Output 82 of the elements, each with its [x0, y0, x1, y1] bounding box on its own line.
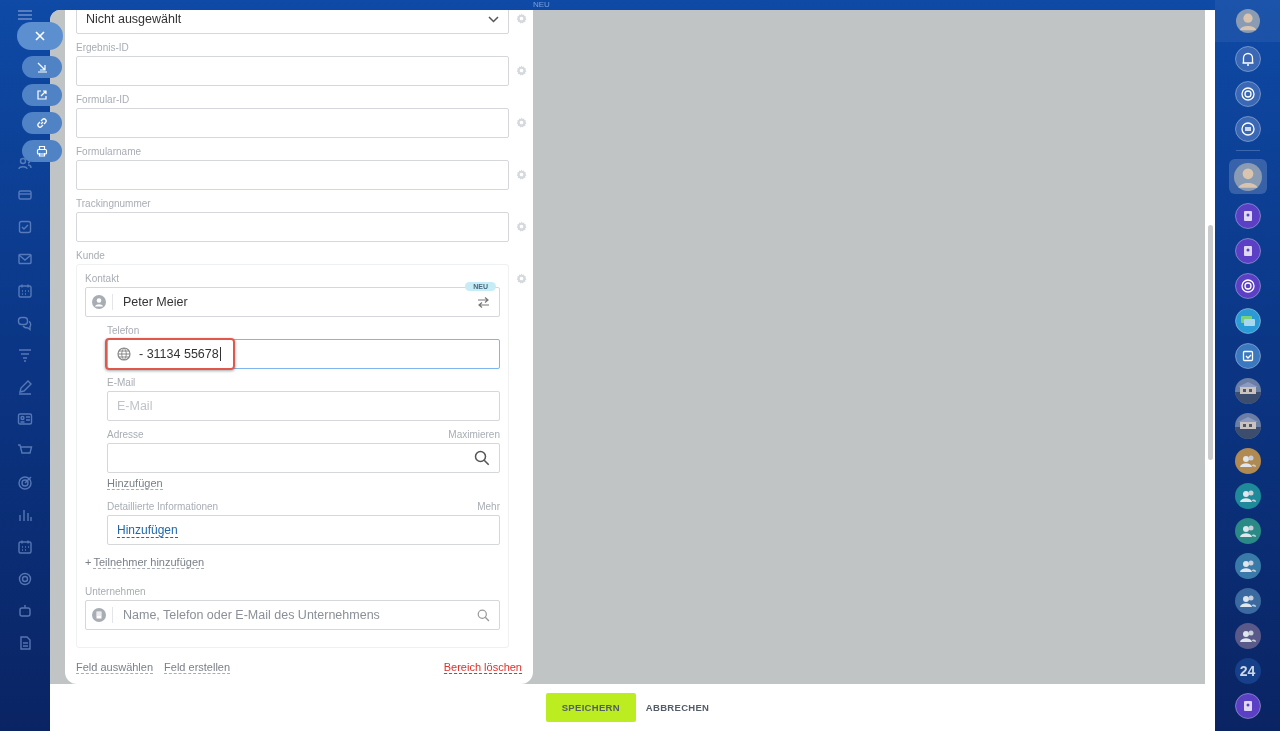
external-link-button[interactable] [22, 84, 62, 106]
address-field[interactable] [107, 443, 500, 473]
details-field[interactable]: Hinzufügen [107, 515, 500, 545]
delete-section-link[interactable]: Bereich löschen [443, 660, 522, 674]
field-link[interactable]: Feld erstellen [164, 660, 231, 674]
text-field[interactable] [76, 56, 509, 86]
placeholder: Name, Telefon oder E-Mail des Unternehmens [123, 608, 380, 622]
more-link[interactable]: Mehr [477, 501, 500, 512]
phone-field[interactable]: - 31134 55678 [107, 339, 500, 369]
scrollbar-thumb[interactable] [1207, 225, 1213, 460]
calendar-icon[interactable] [17, 539, 33, 555]
group-icon[interactable] [1234, 448, 1261, 474]
arrow-icon [36, 61, 48, 73]
robot-icon[interactable] [17, 603, 33, 619]
avatar-icon[interactable] [1233, 162, 1262, 191]
people-icon[interactable] [17, 155, 33, 171]
company-search-field[interactable]: Name, Telefon oder E-Mail des Unternehmens [85, 600, 500, 630]
placeholder: E-Mail [117, 399, 153, 413]
field-label: Ergebnis-ID [76, 42, 129, 53]
save-button[interactable]: SPEICHERN [545, 693, 636, 722]
field-label: Unternehmen [85, 586, 146, 597]
contact-book-icon[interactable] [1234, 203, 1261, 229]
add-link[interactable]: Hinzufügen [107, 476, 163, 490]
add-participant-link[interactable]: Teilnehmer hinzufügen [93, 555, 205, 569]
maximize-link[interactable]: Maximieren [448, 429, 500, 440]
close-icon [34, 30, 46, 42]
swap-icon[interactable] [477, 296, 490, 308]
select-field[interactable]: Nicht ausgewählt [76, 10, 509, 34]
field-label: Formularname [76, 146, 142, 157]
field-label: Kontakt [85, 273, 119, 284]
external-link-icon [36, 89, 48, 101]
link-icon [36, 117, 48, 129]
cancel-button[interactable]: ABBRECHEN [645, 693, 710, 722]
section-label: Kunde [76, 250, 105, 261]
field-label: Trackingnummer [76, 198, 151, 209]
group-icon[interactable] [1234, 483, 1261, 509]
field-link[interactable]: Feld auswählen [76, 660, 154, 674]
avatar-icon[interactable] [1235, 9, 1260, 33]
globe-icon[interactable] [117, 347, 131, 361]
filter-icon[interactable] [17, 347, 33, 363]
contact-book-icon[interactable] [1234, 238, 1261, 264]
bell-icon[interactable] [1234, 46, 1261, 72]
phone-value: - 31134 55678 [139, 347, 219, 361]
card-icon[interactable] [17, 187, 33, 203]
chevron-icon [488, 15, 499, 23]
document-icon[interactable] [17, 635, 33, 651]
group-icon[interactable] [1234, 588, 1261, 614]
menu-icon[interactable] [18, 10, 32, 20]
messages-icon[interactable] [1234, 308, 1261, 334]
field-label: Formular-ID [76, 94, 130, 105]
close-button[interactable] [17, 22, 63, 50]
contact-book-icon[interactable] [1234, 693, 1261, 719]
id-card-icon[interactable] [17, 411, 33, 427]
text-field[interactable] [76, 160, 509, 190]
text-field[interactable] [76, 212, 509, 242]
building-icon [92, 608, 106, 622]
person-icon [92, 295, 106, 309]
mail-icon[interactable] [17, 251, 33, 267]
calendar-icon[interactable] [17, 283, 33, 299]
field-label: Adresse [107, 429, 144, 440]
field-label: Detaillierte Informationen [107, 501, 219, 512]
group-icon[interactable] [1234, 623, 1261, 649]
printer-icon [36, 145, 48, 157]
text-field[interactable] [76, 108, 509, 138]
bar-chart-icon[interactable] [17, 507, 33, 523]
counter-label[interactable]: 24 [1234, 658, 1261, 684]
new-label: NEU [533, 0, 550, 10]
task-icon[interactable] [1234, 343, 1261, 369]
contact-name: Peter Meier [123, 295, 188, 309]
group-icon[interactable] [1234, 553, 1261, 579]
print-button[interactable] [22, 140, 62, 162]
link-button[interactable] [22, 112, 62, 134]
search-icon[interactable] [474, 450, 490, 466]
plus-icon: + [85, 556, 92, 568]
field-label: Telefon [107, 325, 140, 336]
download-button[interactable] [22, 56, 62, 78]
chat-icon[interactable] [1234, 116, 1261, 142]
add-link[interactable]: Hinzufügen [117, 522, 178, 538]
field-label: E-Mail [107, 377, 136, 388]
pencil-icon[interactable] [17, 379, 33, 395]
checkbox-icon[interactable] [17, 219, 33, 235]
group-icon[interactable] [1234, 518, 1261, 544]
